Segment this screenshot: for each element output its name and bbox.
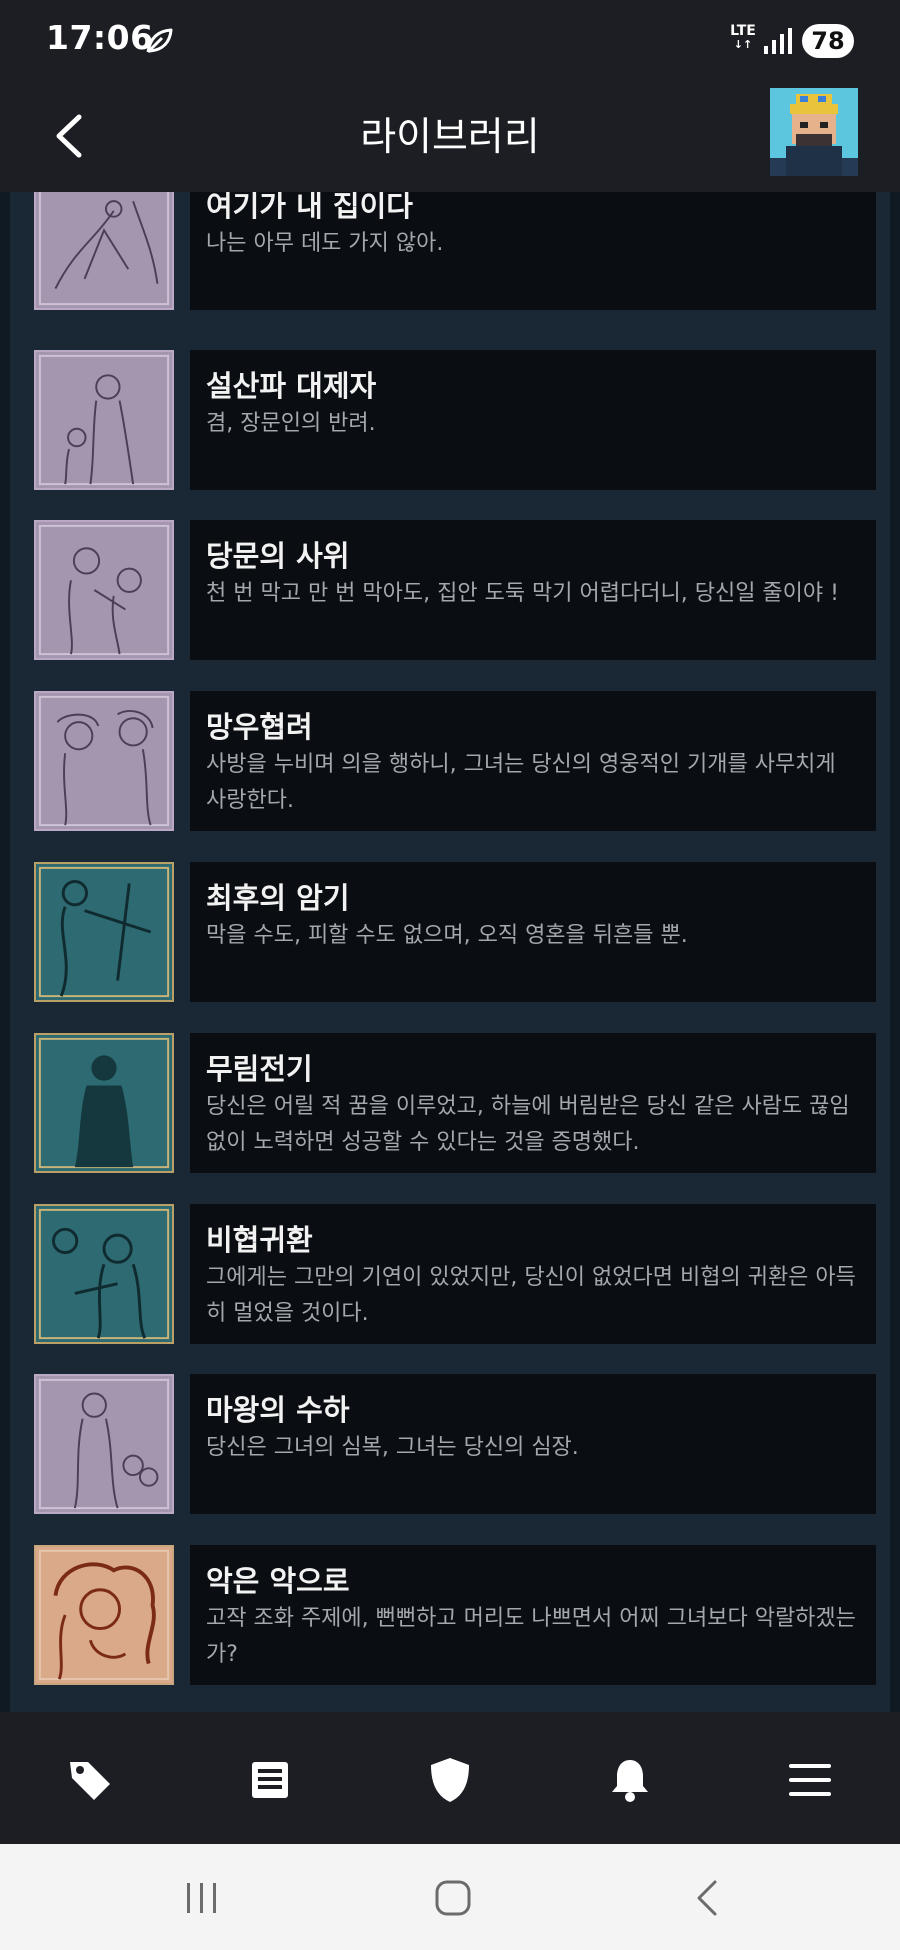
nav-notifications-button[interactable]: [602, 1752, 658, 1808]
network-type: LTE ↓↑: [730, 23, 756, 51]
menu-icon: [789, 1764, 831, 1796]
achievement-item[interactable]: 마왕의 수하 당신은 그녀의 심복, 그녀는 당신의 심장.: [34, 1374, 876, 1514]
achievement-item[interactable]: 여기가 내 집이다 나는 아무 데도 가지 않아.: [34, 192, 876, 310]
achievement-title: 당문의 사위: [206, 539, 350, 573]
back-icon: [697, 1880, 717, 1916]
achievement-card: 여기가 내 집이다 나는 아무 데도 가지 않아.: [190, 192, 876, 310]
recents-icon: [187, 1883, 216, 1913]
achievement-card: 당문의 사위 천 번 막고 만 번 막아도, 집안 도둑 막기 어렵다더니, 당…: [190, 520, 876, 660]
achievement-card: 망우협려 사방을 누비며 의을 행하니, 그녀는 당신의 영웅적인 기개를 사무…: [190, 691, 876, 831]
sketch-image: [36, 192, 172, 308]
leaf-icon: [146, 28, 173, 54]
sketch-image: [36, 1035, 172, 1171]
nav-guard-button[interactable]: [422, 1752, 478, 1808]
system-back-button[interactable]: [680, 1872, 732, 1924]
achievement-card: 마왕의 수하 당신은 그녀의 심복, 그녀는 당신의 심장.: [190, 1374, 876, 1514]
system-nav-bar: [0, 1844, 900, 1950]
achievement-description: 사방을 누비며 의을 행하니, 그녀는 당신의 영웅적인 기개를 사무치게 사랑…: [206, 752, 836, 813]
achievement-thumbnail: [34, 192, 174, 310]
achievement-thumbnail: [34, 1033, 174, 1173]
achievement-item[interactable]: 망우협려 사방을 누비며 의을 행하니, 그녀는 당신의 영웅적인 기개를 사무…: [34, 691, 876, 831]
achievement-item[interactable]: 악은 악으로 고작 조화 주제에, 뻔뻔하고 머리도 나쁘면서 어찌 그녀보다 …: [34, 1545, 876, 1685]
achievement-title: 망우협려: [206, 710, 313, 744]
nav-menu-button[interactable]: [782, 1752, 838, 1808]
network-label: LTE: [730, 23, 756, 39]
status-time: 17:06: [46, 18, 154, 57]
achievement-description: 당신은 어릴 적 꿈을 이루었고, 하늘에 버림받은 당신 같은 사람도 끊임없…: [206, 1094, 850, 1155]
nav-news-button[interactable]: [242, 1752, 298, 1808]
status-bar: 17:06 LTE ↓↑ 78: [0, 0, 900, 80]
achievement-description: 당신은 그녀의 심복, 그녀는 당신의 심장.: [206, 1435, 579, 1460]
achievement-description: 막을 수도, 피할 수도 없으며, 오직 영혼을 뒤흔들 뿐.: [206, 923, 688, 948]
library-content: 여기가 내 집이다 나는 아무 데도 가지 않아. 설산파 대제자 겸, 장문인…: [0, 192, 900, 1712]
achievement-list: 여기가 내 집이다 나는 아무 데도 가지 않아. 설산파 대제자 겸, 장문인…: [10, 192, 890, 1712]
achievement-thumbnail: [34, 1374, 174, 1514]
achievement-card: 비협귀환 그에게는 그만의 기연이 있었지만, 당신이 없었다면 비협의 귀환은…: [190, 1204, 876, 1344]
page-title: 라이브러리: [360, 115, 540, 160]
app-header: 라이브러리: [0, 80, 900, 192]
avatar[interactable]: [770, 88, 858, 176]
achievement-thumbnail: [34, 520, 174, 660]
sketch-image: [36, 1547, 172, 1683]
achievement-item[interactable]: 무림전기 당신은 어릴 적 꿈을 이루었고, 하늘에 버림받은 당신 같은 사람…: [34, 1033, 876, 1173]
nav-store-button[interactable]: [62, 1752, 118, 1808]
signal-icon: [764, 28, 792, 54]
news-icon: [252, 1762, 288, 1798]
sketch-image: [36, 864, 172, 1000]
achievement-card: 최후의 암기 막을 수도, 피할 수도 없으며, 오직 영혼을 뒤흔들 뿐.: [190, 862, 876, 1002]
sketch-image: [36, 352, 172, 488]
achievement-thumbnail: [34, 862, 174, 1002]
tag-icon: [70, 1762, 110, 1800]
achievement-title: 여기가 내 집이다: [206, 192, 413, 223]
battery-indicator: 78: [802, 24, 854, 58]
bell-icon: [612, 1760, 648, 1802]
shield-icon: [431, 1758, 469, 1802]
bottom-nav: [0, 1712, 900, 1844]
achievement-description: 겸, 장문인의 반려.: [206, 411, 376, 436]
sketch-image: [36, 693, 172, 829]
achievement-item[interactable]: 당문의 사위 천 번 막고 만 번 막아도, 집안 도둑 막기 어렵다더니, 당…: [34, 520, 876, 660]
achievement-thumbnail: [34, 1545, 174, 1685]
achievement-item[interactable]: 비협귀환 그에게는 그만의 기연이 있었지만, 당신이 없었다면 비협의 귀환은…: [34, 1204, 876, 1344]
achievement-title: 마왕의 수하: [206, 1393, 350, 1427]
home-icon: [435, 1880, 471, 1916]
achievement-card: 악은 악으로 고작 조화 주제에, 뻔뻔하고 머리도 나쁘면서 어찌 그녀보다 …: [190, 1545, 876, 1685]
achievement-title: 비협귀환: [206, 1223, 313, 1257]
sketch-image: [36, 1376, 172, 1512]
achievement-description: 그에게는 그만의 기연이 있었지만, 당신이 없었다면 비협의 귀환은 아득히 …: [206, 1265, 856, 1326]
achievement-item[interactable]: 최후의 암기 막을 수도, 피할 수도 없으며, 오직 영혼을 뒤흔들 뿐.: [34, 862, 876, 1002]
achievement-title: 설산파 대제자: [206, 369, 377, 403]
pixel-avatar-image: [770, 88, 858, 176]
home-button[interactable]: [427, 1872, 479, 1924]
achievement-thumbnail: [34, 350, 174, 490]
achievement-thumbnail: [34, 691, 174, 831]
achievement-description: 나는 아무 데도 가지 않아.: [206, 231, 444, 256]
sketch-image: [36, 1206, 172, 1342]
achievement-description: 천 번 막고 만 번 막아도, 집안 도둑 막기 어렵다더니, 당신일 줄이야 …: [206, 581, 839, 606]
achievement-title: 악은 악으로: [206, 1564, 350, 1598]
recents-button[interactable]: [176, 1872, 228, 1924]
achievement-item[interactable]: 설산파 대제자 겸, 장문인의 반려.: [34, 350, 876, 490]
achievement-card: 설산파 대제자 겸, 장문인의 반려.: [190, 350, 876, 490]
achievement-title: 최후의 암기: [206, 881, 350, 915]
achievement-description: 고작 조화 주제에, 뻔뻔하고 머리도 나쁘면서 어찌 그녀보다 악랄하겠는가?: [206, 1606, 856, 1667]
sketch-image: [36, 522, 172, 658]
achievement-title: 무림전기: [206, 1052, 313, 1086]
achievement-card: 무림전기 당신은 어릴 적 꿈을 이루었고, 하늘에 버림받은 당신 같은 사람…: [190, 1033, 876, 1173]
achievement-thumbnail: [34, 1204, 174, 1344]
